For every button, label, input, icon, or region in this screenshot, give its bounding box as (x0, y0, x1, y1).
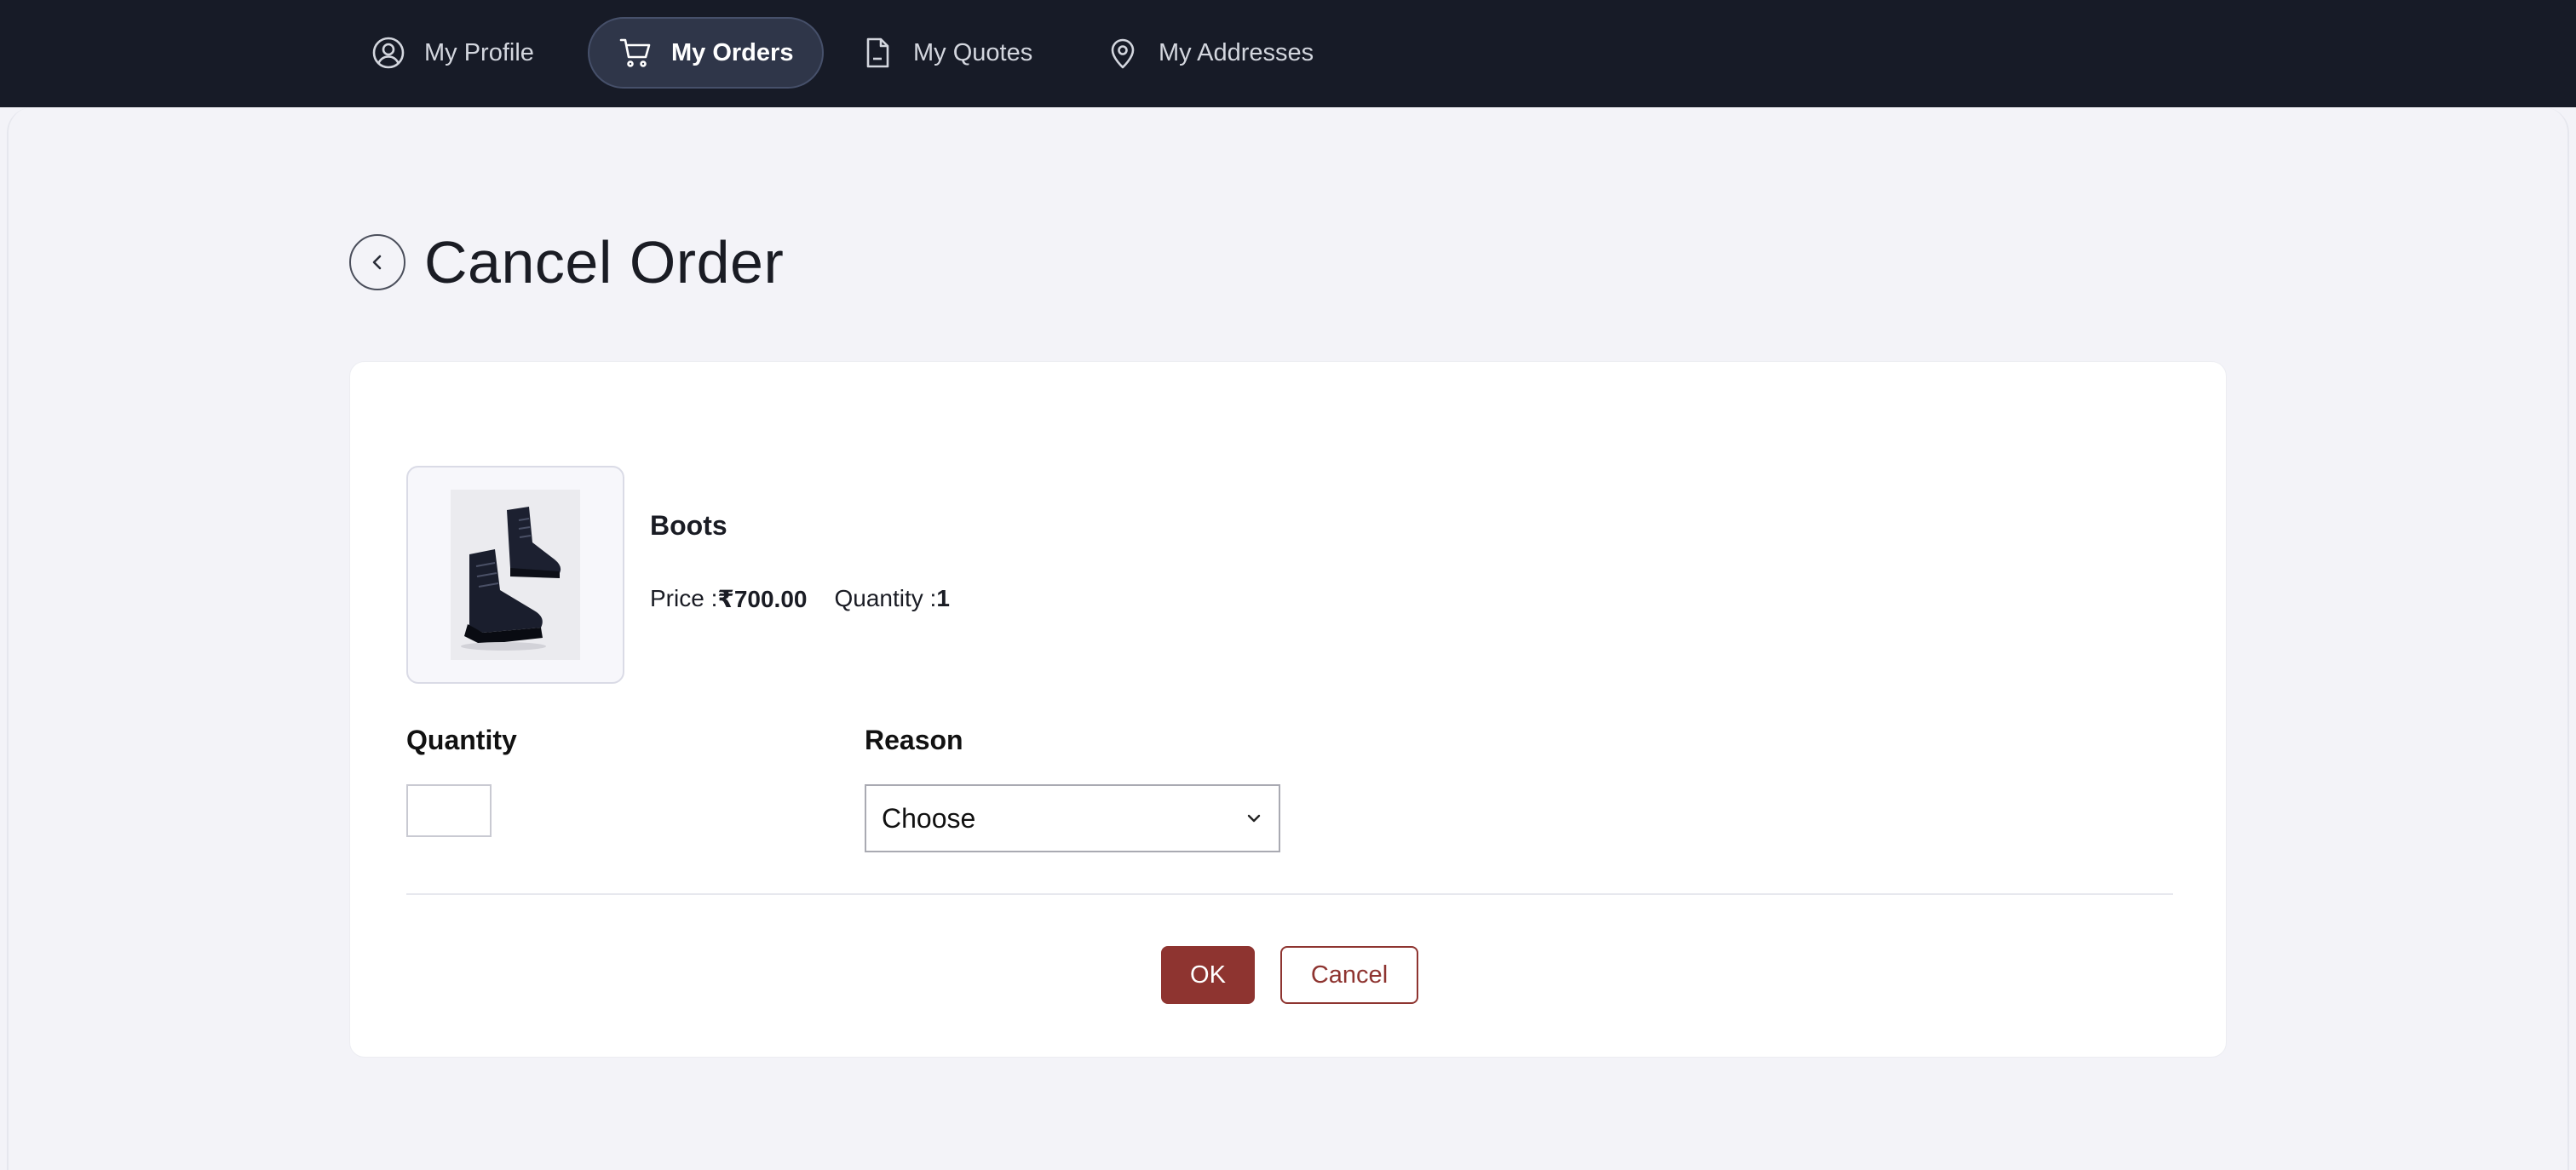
nav-item-my-profile[interactable]: My Profile (371, 17, 534, 89)
nav-item-label: My Orders (671, 38, 794, 66)
document-icon (860, 36, 894, 70)
ok-button[interactable]: OK (1161, 946, 1255, 1004)
product-name: Boots (650, 510, 727, 541)
nav-item-label: My Quotes (913, 38, 1033, 66)
chevron-down-icon (1247, 814, 1261, 823)
nav-item-label: My Profile (424, 38, 534, 66)
user-circle-icon (371, 36, 405, 70)
nav-item-my-orders[interactable]: My Orders (588, 17, 825, 89)
map-pin-icon (1106, 36, 1140, 70)
boots-image (451, 490, 580, 660)
product-meta: Price : ₹700.00 Quantity : 1 (650, 585, 950, 613)
nav-item-label: My Addresses (1159, 38, 1314, 66)
price-value: ₹700.00 (717, 586, 808, 612)
nav-item-my-addresses[interactable]: My Addresses (1106, 17, 1314, 89)
cart-icon (618, 36, 653, 70)
top-nav: My Profile My Orders My Quotes My Addres… (0, 0, 2576, 107)
reason-select[interactable]: Choose (865, 784, 1280, 852)
chevron-left-icon (372, 255, 382, 270)
nav-item-my-quotes[interactable]: My Quotes (860, 17, 1032, 89)
reason-field-label: Reason (865, 725, 963, 755)
cancel-button[interactable]: Cancel (1280, 946, 1418, 1004)
price-label: Price : (650, 585, 718, 611)
quantity-input[interactable] (406, 784, 492, 837)
back-button[interactable] (349, 234, 405, 290)
product-thumbnail (406, 466, 624, 684)
quantity-label: Quantity : (834, 585, 937, 611)
cancel-order-card: Boots Price : ₹700.00 Quantity : 1 Quant… (349, 361, 2227, 1058)
quantity-field-label: Quantity (406, 725, 517, 755)
page-header: Cancel Order (349, 228, 784, 296)
reason-selected-value: Choose (882, 802, 976, 834)
divider (406, 893, 2173, 895)
page-title: Cancel Order (424, 229, 785, 295)
quantity-value: 1 (936, 585, 950, 611)
